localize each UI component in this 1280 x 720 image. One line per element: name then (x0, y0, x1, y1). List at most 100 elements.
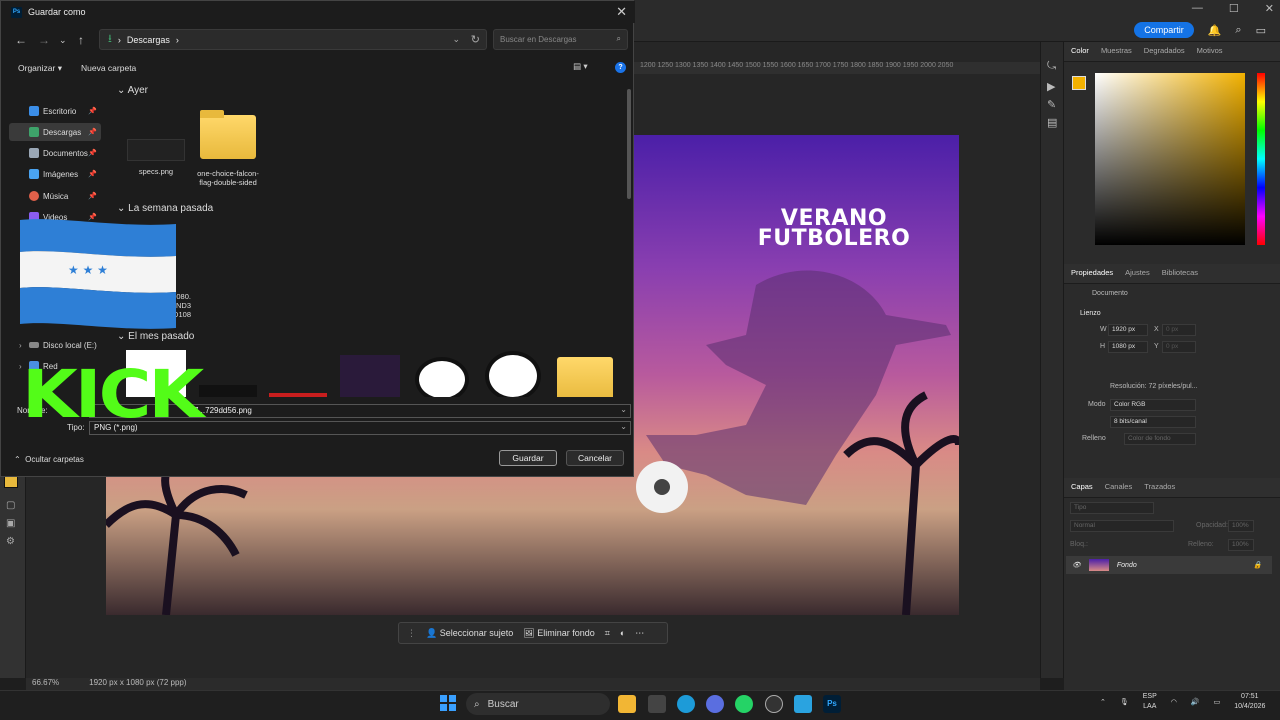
group-header-ayer[interactable]: ⌄ Ayer (117, 85, 148, 96)
tab-libraries[interactable]: Bibliotecas (1162, 268, 1198, 279)
file-thumbnail[interactable] (340, 355, 400, 397)
tab-patterns[interactable]: Motivos (1197, 46, 1223, 57)
up-arrow-icon[interactable]: ↑ (78, 33, 84, 47)
file-thumbnail[interactable] (485, 351, 541, 397)
network-icon[interactable]: ◠ (1171, 698, 1177, 706)
back-arrow-icon[interactable]: ← (15, 33, 27, 47)
photoshop-icon[interactable]: Ps (823, 695, 841, 713)
photos-icon[interactable] (794, 695, 812, 713)
chatgpt-icon[interactable] (765, 695, 783, 713)
quickmask-icon[interactable]: ▢ (6, 500, 15, 511)
tab-channels[interactable]: Canales (1105, 482, 1133, 493)
folder-item[interactable]: one-choice-falcon-flag-double-sided (195, 110, 261, 187)
taskbar-search[interactable]: ⌕ Buscar (466, 693, 610, 715)
recent-chevron-icon[interactable]: ⌄ (59, 35, 67, 46)
pin-icon[interactable]: 📌 (88, 107, 97, 115)
tab-gradients[interactable]: Degradados (1144, 46, 1185, 57)
comment-icon[interactable]: ▤ (1047, 116, 1057, 129)
forward-arrow-icon[interactable]: → (38, 33, 50, 47)
crop-icon[interactable]: ⌗ (605, 628, 610, 639)
more-icon[interactable]: ⋯ (635, 628, 644, 639)
layer-row[interactable]: 👁 Fondo 🔒 (1066, 556, 1272, 574)
chevron-down-icon[interactable]: ⌄ (620, 422, 627, 431)
group-header-mes-pasado[interactable]: ⌄ El mes pasado (117, 331, 194, 342)
battery-icon[interactable]: ▭ (1214, 698, 1221, 706)
drag-handle-icon[interactable]: ⋮ (407, 628, 416, 639)
file-thumbnail[interactable] (199, 385, 257, 397)
sidebar-item-disco-e[interactable]: › Disco local (E:) (9, 336, 101, 354)
language-indicator[interactable]: ESP LAA (1143, 692, 1157, 712)
hue-slider[interactable] (1257, 73, 1265, 245)
sidebar-item-escritorio[interactable]: Escritorio 📌 (9, 102, 101, 120)
chevron-down-icon[interactable]: ⌄ (452, 34, 486, 45)
tab-paths[interactable]: Trazados (1144, 482, 1175, 493)
blend-mode-select[interactable]: Normal (1070, 520, 1174, 532)
pin-icon[interactable]: 📌 (88, 192, 97, 200)
lock-icon[interactable]: 🔒 (1253, 561, 1272, 569)
brush-icon[interactable]: ✎ (1047, 98, 1056, 111)
pin-icon[interactable]: 📌 (88, 170, 97, 178)
close-icon[interactable]: ✕ (616, 4, 627, 20)
sidebar-item-documentos[interactable]: Documentos 📌 (9, 144, 101, 162)
tab-layers[interactable]: Capas (1071, 482, 1093, 493)
foreground-swatch[interactable] (1072, 76, 1086, 90)
history-icon[interactable]: ⤿ (1047, 60, 1056, 73)
chevron-down-icon[interactable]: ⌄ (620, 405, 627, 414)
file-item[interactable]: specs.png (123, 139, 189, 176)
layer-fill-field[interactable]: 100% (1228, 539, 1254, 551)
zoom-level[interactable]: 66.67% (32, 678, 59, 690)
workspace-icon[interactable]: ▭ (1256, 24, 1266, 37)
search-input[interactable]: Buscar en Descargas ⌕ (493, 29, 628, 50)
mode-select[interactable]: Color RGB (1110, 399, 1196, 411)
select-subject-button[interactable]: 👤 Seleccionar sujeto (426, 628, 513, 639)
tab-swatches[interactable]: Muestras (1101, 46, 1132, 57)
tab-adjustments[interactable]: Ajustes (1125, 268, 1150, 279)
layer-filter-field[interactable]: Tipo (1070, 502, 1154, 514)
group-header-semana-pasada[interactable]: ⌄ La semana pasada (117, 203, 213, 214)
close-icon[interactable]: ✕ (1265, 2, 1274, 15)
adjust-icon[interactable]: ◐ (620, 628, 625, 638)
view-options-icon[interactable]: ▤ ▾ (573, 61, 588, 72)
color-picker-field[interactable] (1095, 73, 1245, 245)
file-explorer-icon[interactable] (618, 695, 636, 713)
tab-properties[interactable]: Propiedades (1071, 268, 1113, 279)
screen-mode-icon[interactable]: ▣ (6, 518, 15, 529)
start-icon[interactable] (440, 695, 456, 711)
eye-icon[interactable]: 👁 (1072, 561, 1081, 569)
chevron-right-icon[interactable]: › (19, 341, 22, 350)
address-bar[interactable]: ⭳ › Descargas › ⌄ ↻ (99, 29, 487, 50)
breadcrumb-descargas[interactable]: Descargas (127, 35, 170, 45)
refresh-icon[interactable]: ↻ (471, 33, 480, 46)
pin-icon[interactable]: 📌 (88, 149, 97, 157)
chevron-up-icon[interactable]: ⌃ (1100, 698, 1106, 706)
volume-icon[interactable]: 🔊 (1191, 698, 1200, 706)
file-thumbnail[interactable] (269, 393, 327, 397)
pin-icon[interactable]: 📌 (88, 128, 97, 136)
sidebar-item-descargas[interactable]: Descargas 📌 (9, 123, 101, 141)
help-icon[interactable]: ? (615, 62, 626, 73)
fill-select[interactable]: Color de fondo (1124, 433, 1196, 445)
sidebar-item-musica[interactable]: Música 📌 (9, 187, 101, 205)
bell-icon[interactable]: 🔔 (1208, 24, 1222, 37)
hide-folders-toggle[interactable]: ⌃ Ocultar carpetas (14, 455, 84, 464)
remove-background-button[interactable]: 🖼 Eliminar fondo (523, 628, 594, 639)
maximize-icon[interactable]: ☐ (1229, 2, 1239, 15)
sidebar-item-imagenes[interactable]: Imágenes 📌 (9, 165, 101, 183)
depth-select[interactable]: 8 bits/canal (1110, 416, 1196, 428)
x-field[interactable]: 0 px (1162, 324, 1196, 336)
new-folder-button[interactable]: Nueva carpeta (81, 63, 136, 73)
whatsapp-icon[interactable] (735, 695, 753, 713)
opacity-field[interactable]: 100% (1228, 520, 1254, 532)
microphone-icon[interactable]: 🎙 (1120, 698, 1129, 706)
cancel-button[interactable]: Cancelar (566, 450, 624, 466)
clock[interactable]: 07:51 10/4/2026 (1234, 692, 1265, 712)
y-field[interactable]: 0 px (1162, 341, 1196, 353)
edit-toolbar-icon[interactable]: ⚙ (6, 536, 15, 547)
tab-color[interactable]: Color (1071, 46, 1089, 57)
app-icon[interactable] (706, 695, 724, 713)
organize-button[interactable]: Organizar ▾ (18, 63, 62, 74)
calculator-icon[interactable] (648, 695, 666, 713)
height-field[interactable]: 1080 px (1108, 341, 1148, 353)
edge-icon[interactable] (677, 695, 695, 713)
scrollbar-vertical[interactable] (627, 89, 631, 199)
